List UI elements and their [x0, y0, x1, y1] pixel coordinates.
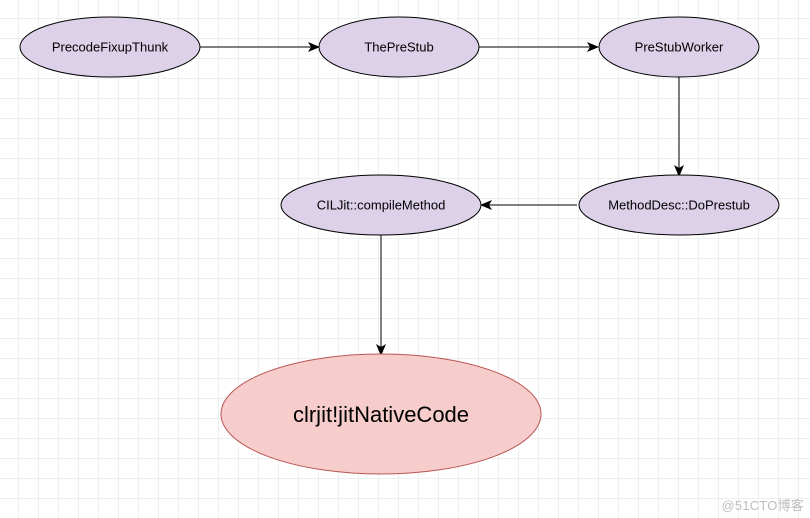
node-precode-fixup-thunk: PrecodeFixupThunk	[20, 17, 200, 77]
node-methoddesc-doprestub: MethodDesc::DoPrestub	[579, 175, 779, 235]
watermark: @51CTO博客	[722, 495, 804, 514]
node-clrjit-jitnativecode: clrjit!jitNativeCode	[221, 354, 541, 474]
node-label: PreStubWorker	[635, 39, 724, 54]
node-label: ThePreStub	[364, 39, 433, 54]
flow-diagram: PrecodeFixupThunk ThePreStub PreStubWork…	[0, 0, 810, 518]
node-ciljit-compilemethod: CILJit::compileMethod	[281, 175, 481, 235]
node-prestub-worker: PreStubWorker	[599, 17, 759, 77]
node-label: MethodDesc::DoPrestub	[608, 197, 750, 212]
node-label: CILJit::compileMethod	[317, 197, 446, 212]
node-the-prestub: ThePreStub	[319, 17, 479, 77]
node-label: PrecodeFixupThunk	[52, 39, 169, 54]
node-label: clrjit!jitNativeCode	[293, 402, 469, 427]
